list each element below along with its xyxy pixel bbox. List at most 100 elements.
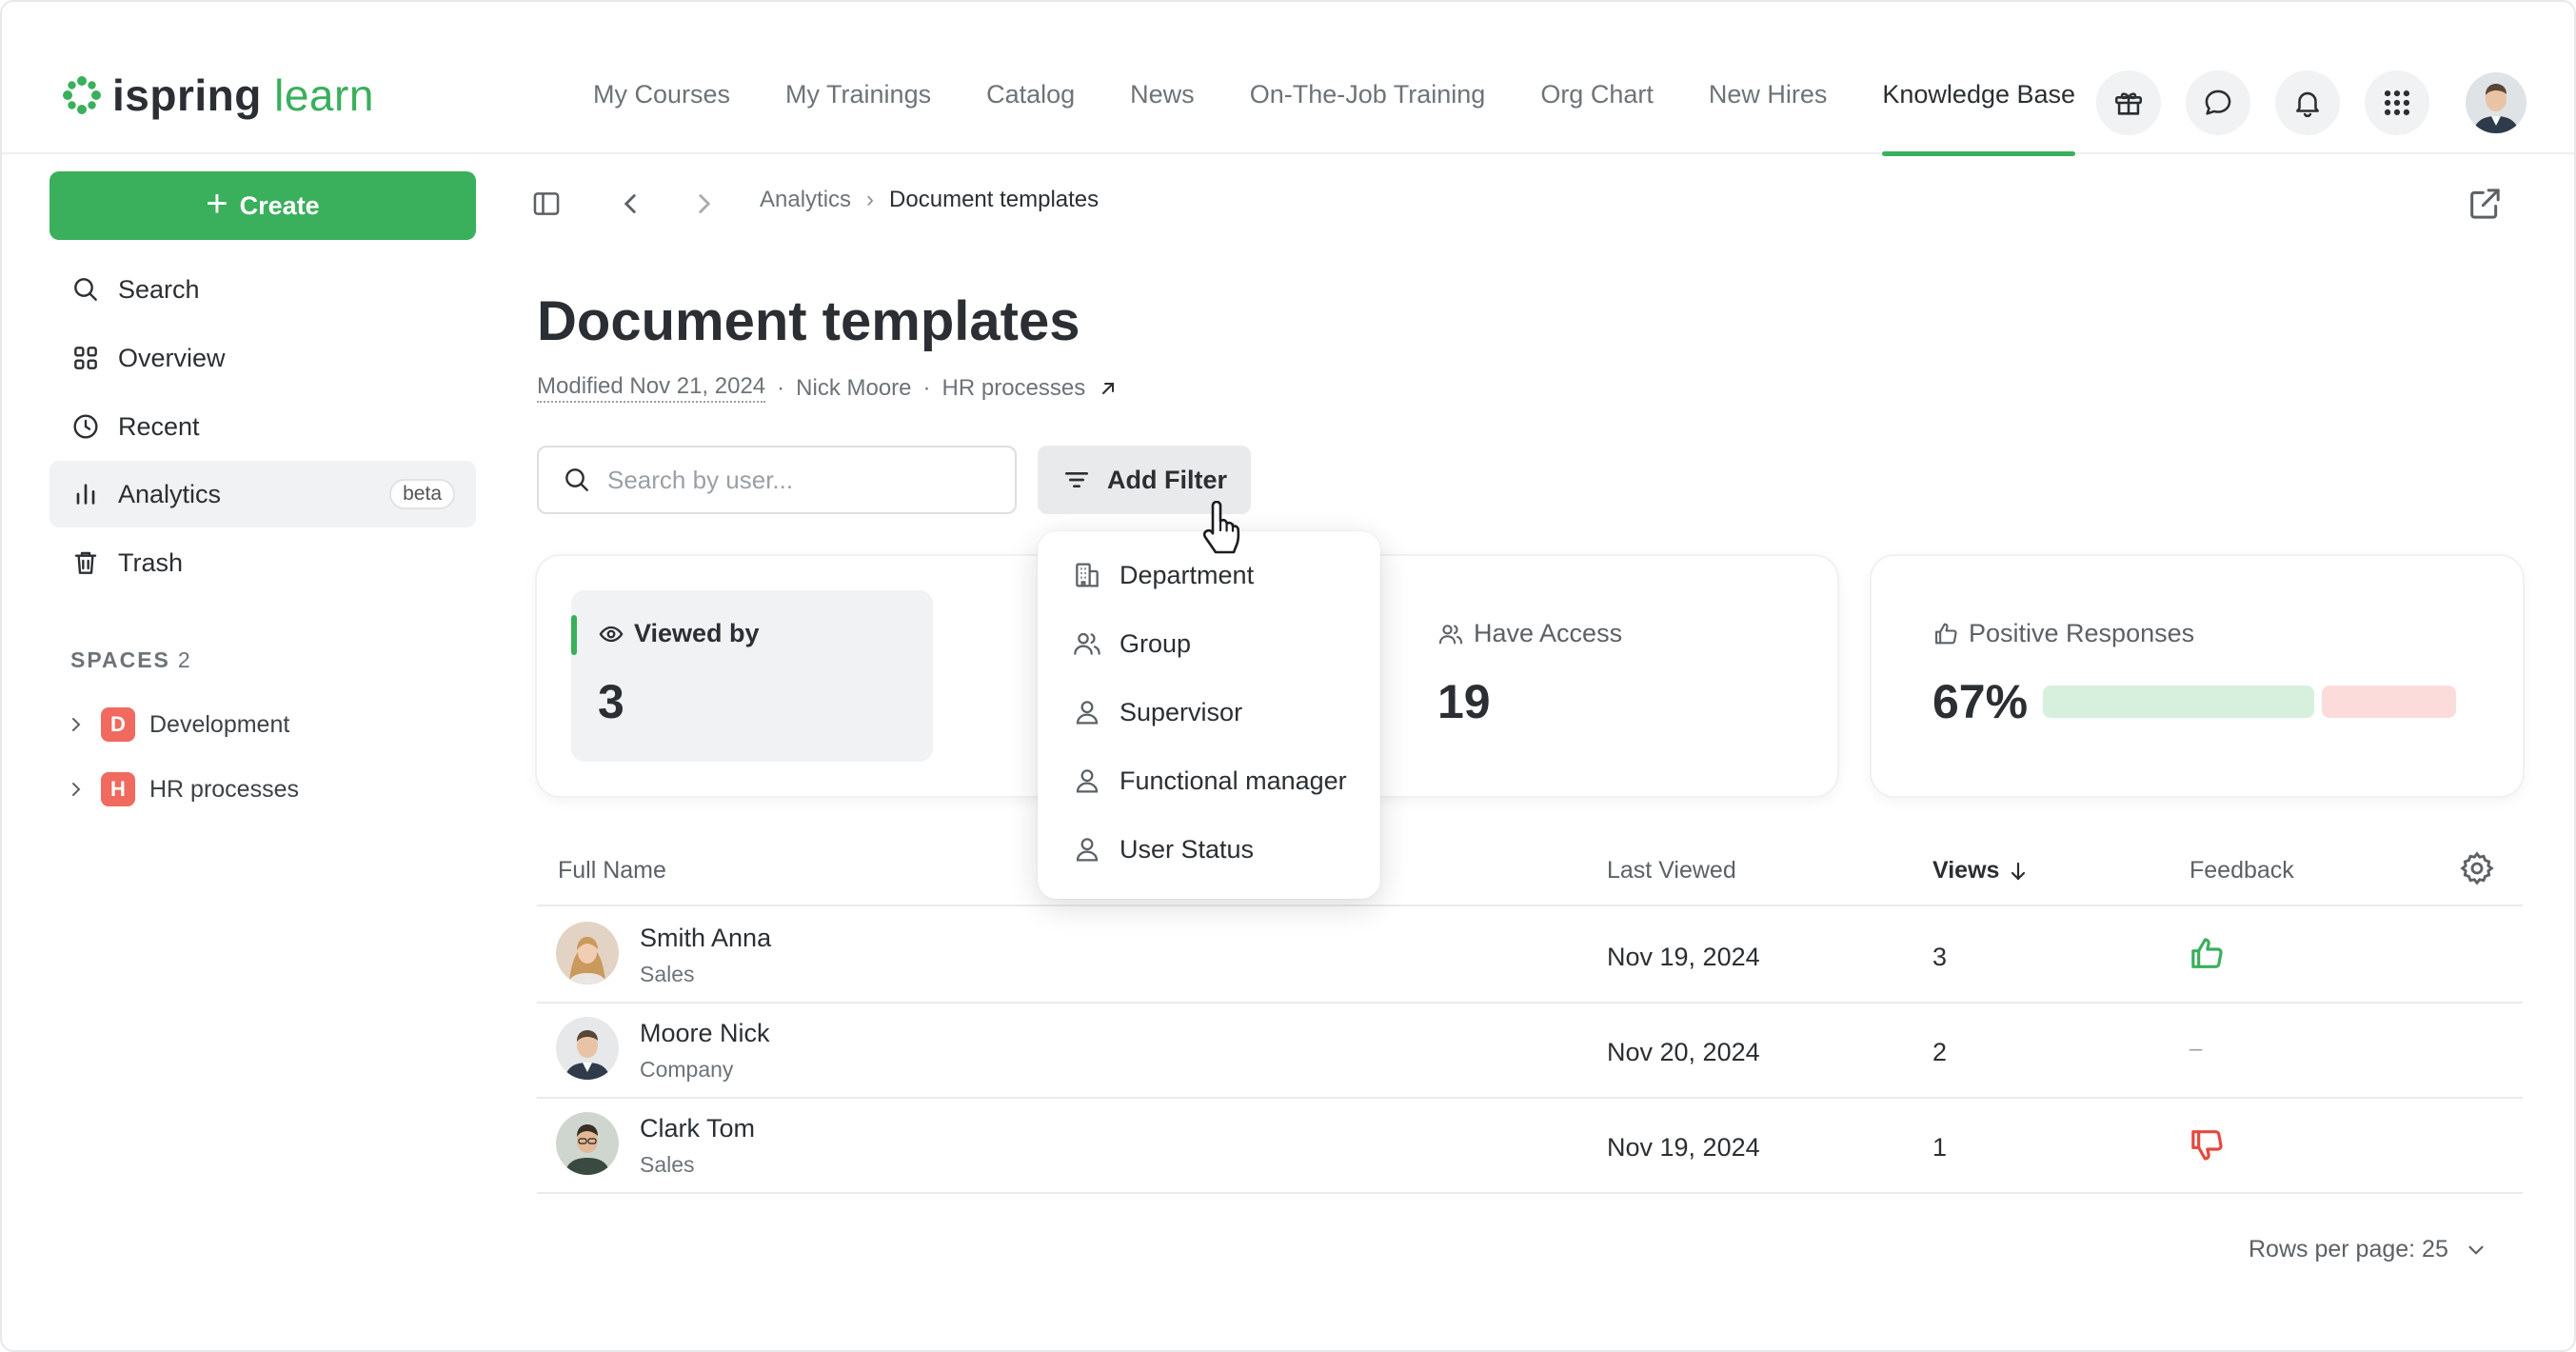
nav-org-chart[interactable]: Org Chart bbox=[1513, 59, 1681, 154]
space-development[interactable]: D Development bbox=[65, 704, 289, 746]
user-name: Smith Anna bbox=[640, 924, 772, 952]
sidebar-item-label: Trash bbox=[118, 547, 184, 577]
selected-indicator bbox=[571, 615, 577, 655]
sidebar-item-recent[interactable]: Recent bbox=[50, 393, 476, 460]
last-viewed: Nov 19, 2024 bbox=[1607, 943, 1760, 971]
stat-value: 19 bbox=[1437, 675, 1491, 728]
open-external-icon[interactable] bbox=[2466, 185, 2504, 223]
space-label: Development bbox=[149, 710, 290, 738]
column-full-name[interactable]: Full Name bbox=[558, 857, 666, 885]
user-department: Sales bbox=[640, 1152, 695, 1177]
filter-option-supervisor[interactable]: Supervisor bbox=[1038, 678, 1380, 746]
space-badge: D bbox=[101, 707, 135, 742]
sidebar-item-label: Overview bbox=[118, 343, 226, 372]
sidebar-item-search[interactable]: Search bbox=[50, 256, 476, 323]
user-avatar[interactable] bbox=[2466, 72, 2526, 133]
nav-my-trainings[interactable]: My Trainings bbox=[758, 59, 959, 154]
nav-knowledge-base[interactable]: Knowledge Base bbox=[1854, 59, 2103, 156]
building-icon bbox=[1076, 563, 1099, 587]
app-window: ispring learn My Courses My Trainings Ca… bbox=[0, 0, 2576, 1352]
nav-catalog[interactable]: Catalog bbox=[959, 59, 1102, 154]
gift-button[interactable] bbox=[2096, 70, 2161, 135]
add-filter-label: Add Filter bbox=[1107, 465, 1227, 494]
column-last-viewed[interactable]: Last Viewed bbox=[1607, 857, 1736, 885]
person-icon bbox=[1076, 701, 1099, 725]
notifications-button[interactable] bbox=[2275, 70, 2340, 135]
views-count: 2 bbox=[1932, 1038, 1948, 1066]
forward-button[interactable] bbox=[685, 185, 723, 223]
group-icon bbox=[1438, 624, 1463, 644]
logo[interactable]: ispring learn bbox=[61, 70, 374, 120]
sidebar-item-overview[interactable]: Overview bbox=[50, 325, 476, 391]
sidebar-item-label: Search bbox=[118, 274, 200, 304]
search-icon bbox=[565, 468, 588, 491]
views-count: 1 bbox=[1932, 1133, 1948, 1162]
sidebar-item-analytics[interactable]: Analytics beta bbox=[50, 461, 476, 527]
modified-date[interactable]: Modified Nov 21, 2024 bbox=[537, 373, 766, 403]
rows-per-page-label: Rows per page: 25 bbox=[2249, 1236, 2448, 1263]
page-title: Document templates bbox=[537, 290, 1080, 352]
beta-badge: beta bbox=[389, 479, 455, 509]
filter-dropdown: Department Group Supervisor Functional m… bbox=[1038, 531, 1380, 899]
logo-text: ispring learn bbox=[112, 70, 374, 120]
space-badge: H bbox=[101, 772, 135, 806]
stat-card-viewed-by[interactable]: Viewed by 3 bbox=[537, 556, 1070, 796]
column-feedback[interactable]: Feedback bbox=[2190, 857, 2294, 885]
spaces-heading: SPACES 2 bbox=[70, 647, 192, 672]
stat-label: Positive Responses bbox=[1932, 619, 2194, 648]
gift-icon bbox=[2114, 92, 2143, 115]
positive-responses-bar bbox=[2043, 686, 2314, 718]
nav-news[interactable]: News bbox=[1102, 59, 1222, 154]
person-icon bbox=[1076, 769, 1099, 793]
create-button[interactable]: + Create bbox=[50, 171, 476, 240]
user-name: Clark Tom bbox=[640, 1114, 756, 1143]
filter-option-group[interactable]: Group bbox=[1038, 609, 1380, 678]
back-button[interactable] bbox=[611, 185, 649, 223]
views-count: 3 bbox=[1932, 943, 1948, 971]
sidebar-item-trash[interactable]: Trash bbox=[50, 529, 476, 596]
stat-card-selected: Viewed by 3 bbox=[571, 590, 933, 762]
nav-new-hires[interactable]: New Hires bbox=[1681, 59, 1855, 154]
space-link[interactable]: HR processes bbox=[942, 375, 1086, 402]
chevron-left-icon bbox=[624, 194, 636, 213]
page-meta: Modified Nov 21, 2024 · Nick Moore · HR … bbox=[537, 373, 1120, 403]
apps-grid-icon bbox=[2384, 89, 2410, 116]
user-search[interactable] bbox=[537, 446, 1017, 514]
filter-option-user-status[interactable]: User Status bbox=[1038, 815, 1380, 884]
person-icon bbox=[1076, 838, 1099, 862]
table-divider bbox=[537, 1192, 2523, 1194]
table-row[interactable]: Smith Anna Sales Nov 19, 2024 3 bbox=[537, 906, 2523, 1002]
nav-my-courses[interactable]: My Courses bbox=[565, 59, 758, 154]
chat-button[interactable] bbox=[2186, 70, 2250, 135]
search-input[interactable] bbox=[607, 465, 988, 495]
avatar bbox=[556, 922, 619, 984]
stat-card-positive-responses[interactable]: Positive Responses 67% bbox=[1872, 556, 2523, 796]
table-row[interactable]: Moore Nick Company Nov 20, 2024 2 – bbox=[537, 1002, 2523, 1097]
clock-icon bbox=[73, 414, 98, 439]
space-label: HR processes bbox=[149, 775, 299, 803]
chevron-right-icon[interactable] bbox=[65, 778, 88, 801]
sidebar-item-label: Analytics bbox=[118, 479, 222, 508]
rows-per-page-select[interactable]: Rows per page: 25 bbox=[2249, 1236, 2488, 1263]
spaces-count: 2 bbox=[177, 647, 192, 672]
breadcrumb-current: Document templates bbox=[889, 187, 1100, 212]
toggle-sidebar-button[interactable] bbox=[527, 185, 565, 223]
chevron-right-icon[interactable] bbox=[65, 713, 88, 736]
gear-icon[interactable] bbox=[2458, 849, 2496, 887]
stat-label: Viewed by bbox=[598, 619, 760, 648]
author-name: Nick Moore bbox=[796, 374, 912, 401]
group-icon bbox=[1074, 632, 1100, 655]
space-hr-processes[interactable]: H HR processes bbox=[65, 768, 299, 810]
arrow-up-right-icon[interactable] bbox=[1097, 377, 1120, 400]
nav-on-the-job-training[interactable]: On-The-Job Training bbox=[1222, 59, 1514, 154]
logo-flower-icon bbox=[63, 76, 101, 114]
search-icon bbox=[74, 278, 97, 301]
table-row[interactable]: Clark Tom Sales Nov 19, 2024 1 bbox=[537, 1097, 2523, 1192]
bar-chart-icon bbox=[76, 484, 95, 505]
breadcrumb-separator-icon: › bbox=[866, 187, 875, 212]
avatar bbox=[556, 1017, 619, 1080]
breadcrumb-analytics[interactable]: Analytics bbox=[760, 187, 851, 213]
filter-option-functional-manager[interactable]: Functional manager bbox=[1038, 746, 1380, 815]
column-views[interactable]: Views bbox=[1932, 857, 2030, 885]
apps-button[interactable] bbox=[2365, 70, 2429, 135]
